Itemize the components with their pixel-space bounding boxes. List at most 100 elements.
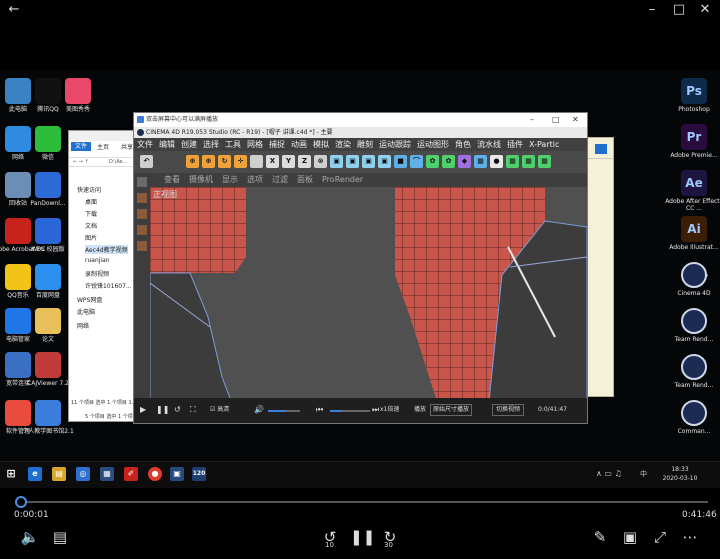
c4d-tool-icon[interactable]: ↻ xyxy=(218,155,231,168)
c4d-menu-item[interactable]: 运动图形 xyxy=(417,138,449,151)
c4d-menu-item[interactable]: 角色 xyxy=(455,138,471,151)
viewport-menu-item[interactable]: 显示 xyxy=(222,173,238,187)
more-icon[interactable]: ⋯ xyxy=(680,527,700,547)
explorer-nav-item[interactable]: 此电脑 xyxy=(77,307,95,316)
c4d-menu-item[interactable]: 文件 xyxy=(137,138,153,151)
c4d-menu-item[interactable]: 流水线 xyxy=(477,138,501,151)
c4d-tool-icon[interactable]: ▣ xyxy=(346,155,359,168)
recorder-maximize-button[interactable]: □ xyxy=(552,113,560,127)
c4d-tool-icon[interactable]: ✿ xyxy=(426,155,439,168)
maximize-button[interactable]: □ xyxy=(671,2,687,18)
rewind-button[interactable]: ↺ 10 xyxy=(318,527,342,549)
recorder-close-button[interactable]: ✕ xyxy=(572,113,579,127)
pause-button[interactable]: ❚❚ xyxy=(350,527,375,547)
explorer-nav-item[interactable]: 文档 xyxy=(85,221,97,230)
desktop-icon[interactable]: Team Rend... xyxy=(664,354,720,389)
c4d-menu-item[interactable]: 工具 xyxy=(225,138,241,151)
explorer-nav-item[interactable]: 录制视频 xyxy=(85,269,109,278)
help-icon[interactable] xyxy=(595,144,607,154)
mode-icon[interactable] xyxy=(137,193,147,203)
mode-icon[interactable] xyxy=(137,209,147,219)
taskbar-app-icon[interactable]: ▦ xyxy=(100,467,114,481)
acrobat-taskbar-icon[interactable]: ✐ xyxy=(124,467,138,481)
c4d-menu-item[interactable]: 雕刻 xyxy=(357,138,373,151)
volume-slider[interactable] xyxy=(268,410,300,412)
next-frame-icon[interactable]: ⏭ xyxy=(372,405,379,415)
chevron-right-icon[interactable]: › xyxy=(704,268,709,282)
c4d-tool-icon[interactable]: ◆ xyxy=(458,155,471,168)
close-button[interactable]: ✕ xyxy=(697,2,713,18)
c4d-tool-icon[interactable]: ■ xyxy=(394,155,407,168)
cinema4d-window[interactable]: CINEMA 4D R19.053 Studio (RC - R19) - [帽… xyxy=(134,127,587,411)
desktop-icon[interactable]: Team Rend... xyxy=(664,308,720,343)
viewport-menu-item[interactable]: 过滤 xyxy=(272,173,288,187)
c4d-menu-item[interactable]: X-Partic xyxy=(529,138,559,151)
fullscreen-icon[interactable]: ⛶ xyxy=(190,405,196,415)
mini-view-icon[interactable]: ▣ xyxy=(620,527,640,547)
minimize-button[interactable]: – xyxy=(644,2,660,18)
c4d-taskbar-icon[interactable]: ▣ xyxy=(170,467,184,481)
screen-recorder-window[interactable]: 双击屏幕中心可以满屏播放 – □ ✕ CINEMA 4D R19.053 Stu… xyxy=(133,112,588,424)
c4d-tool-icon[interactable]: ⊕ xyxy=(186,155,199,168)
c4d-tool-icon[interactable]: X xyxy=(266,155,279,168)
prev-frame-icon[interactable]: ⏮ xyxy=(316,405,323,415)
size-select[interactable]: 原始尺寸播放 xyxy=(430,404,473,416)
volume-icon[interactable]: 🔈 xyxy=(20,527,40,547)
c4d-tool-icon[interactable]: ▦ xyxy=(538,155,551,168)
c4d-tool-icon[interactable]: ✛ xyxy=(234,155,247,168)
c4d-tool-icon[interactable]: ⊕ xyxy=(202,155,215,168)
explorer-path[interactable]: D:\Ae... xyxy=(109,159,127,165)
c4d-tool-icon[interactable]: Y xyxy=(282,155,295,168)
mode-icon[interactable] xyxy=(137,241,147,251)
c4d-tool-icon[interactable]: Z xyxy=(298,155,311,168)
nav-arrows[interactable]: ← → ↑ xyxy=(73,159,89,165)
c4d-tool-icon[interactable]: ● xyxy=(490,155,503,168)
background-window[interactable] xyxy=(584,137,614,397)
explorer-nav-item[interactable]: 图片 xyxy=(85,233,97,242)
speed-slider[interactable] xyxy=(330,410,370,412)
taskbar-clock[interactable]: 18:33 2020-03-10 xyxy=(652,465,708,483)
c4d-tool-icon[interactable]: ▣ xyxy=(362,155,375,168)
c4d-tool-icon[interactable]: ⊗ xyxy=(314,155,327,168)
chrome-icon[interactable]: ◎ xyxy=(76,467,90,481)
recorder-minimize-button[interactable]: – xyxy=(530,113,534,127)
tray-badge[interactable]: 120 xyxy=(192,467,206,481)
mode-icon[interactable] xyxy=(137,225,147,235)
mode-icon[interactable] xyxy=(137,177,147,187)
fullscreen-icon[interactable]: ⤢ xyxy=(650,527,670,547)
viewport-menu-item[interactable]: 查看 xyxy=(164,173,180,187)
c4d-menu-item[interactable]: 模拟 xyxy=(313,138,329,151)
seek-bar[interactable] xyxy=(18,501,708,503)
explorer-nav-item[interactable]: 许锐锋101607... xyxy=(85,281,132,290)
c4d-tool-icon[interactable]: ▣ xyxy=(330,155,343,168)
explorer-nav-item[interactable]: 快速访问 xyxy=(77,185,101,194)
explorer-nav-item[interactable]: 网络 xyxy=(77,321,89,330)
play-icon[interactable]: ▶ xyxy=(140,405,146,415)
desktop-icon[interactable]: Ps Photoshop xyxy=(664,78,720,113)
explorer-taskbar-icon[interactable]: ▤ xyxy=(52,467,66,481)
explorer-nav-item[interactable]: ruanjian xyxy=(85,257,110,264)
tab-file[interactable]: 文件 xyxy=(71,142,91,151)
c4d-tool-icon[interactable] xyxy=(250,155,263,168)
seek-handle[interactable] xyxy=(15,496,27,508)
desktop-icon[interactable]: Pr Adobe Premie... xyxy=(664,124,720,159)
explorer-nav-item[interactable]: Aec4d教学视频 xyxy=(85,245,128,254)
c4d-tool-icon[interactable]: ↶ xyxy=(140,155,153,168)
back-arrow-icon[interactable]: ← xyxy=(6,2,22,18)
c4d-menu-item[interactable]: 插件 xyxy=(507,138,523,151)
pen-icon[interactable]: ✎ xyxy=(590,527,610,547)
c4d-menu-item[interactable]: 编辑 xyxy=(159,138,175,151)
recorder-taskbar-icon[interactable]: ● xyxy=(148,467,162,481)
ime-indicator[interactable]: 中 xyxy=(640,469,647,479)
viewport-menu-item[interactable]: ProRender xyxy=(322,173,363,187)
c4d-tool-icon[interactable]: ▣ xyxy=(378,155,391,168)
c4d-menu-item[interactable]: 运动跟踪 xyxy=(379,138,411,151)
c4d-tool-icon[interactable]: ⌒ xyxy=(410,155,423,168)
c4d-menu-item[interactable]: 选择 xyxy=(203,138,219,151)
tab-home[interactable]: 主页 xyxy=(97,142,109,151)
volume-icon[interactable]: 🔊 xyxy=(254,405,264,415)
explorer-nav-item[interactable]: 桌面 xyxy=(85,197,97,206)
viewport-menu-item[interactable]: 摄像机 xyxy=(189,173,213,187)
c4d-menu-item[interactable]: 捕捉 xyxy=(269,138,285,151)
c4d-menu-item[interactable]: 创建 xyxy=(181,138,197,151)
